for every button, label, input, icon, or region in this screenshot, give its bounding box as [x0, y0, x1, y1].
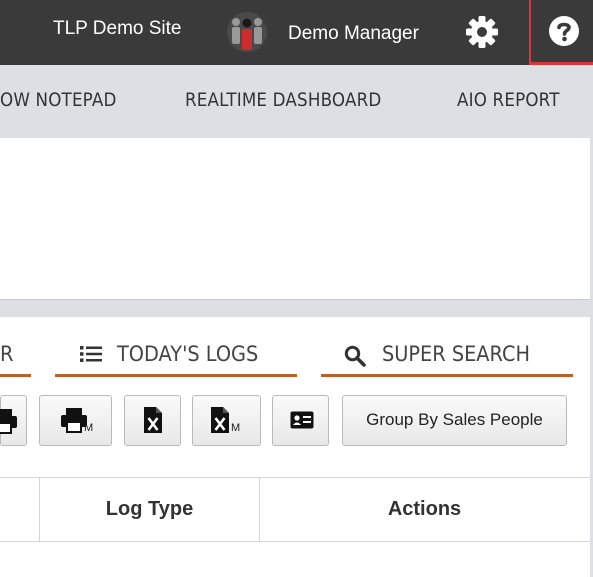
excel-icon	[144, 407, 162, 433]
contact-card-icon	[290, 411, 314, 429]
column-header-actions[interactable]: Actions	[260, 478, 589, 541]
print-icon	[0, 409, 17, 434]
button-subscript: M	[231, 422, 241, 434]
contact-card-button[interactable]	[272, 395, 329, 446]
button-subscript: M	[84, 422, 94, 434]
gear-icon[interactable]	[464, 14, 500, 50]
tab-label: SUPER SEARCH	[382, 342, 531, 366]
site-name[interactable]: TLP Demo Site	[53, 18, 181, 40]
search-icon	[344, 345, 366, 367]
group-by-sales-people-button[interactable]: Group By Sales People	[342, 395, 567, 446]
content-panel	[0, 138, 590, 300]
nav-item-notepad[interactable]: OW NOTEPAD	[0, 89, 117, 111]
top-bar: TLP Demo Site Demo Manager	[0, 0, 593, 65]
logs-panel: R TODAY'S LOGS SUPER SEARCH M M Group By…	[0, 317, 590, 577]
excel-export-button[interactable]	[124, 395, 181, 446]
excel-export-multiple-button[interactable]: M	[192, 395, 261, 446]
tab-label: R	[0, 342, 14, 366]
list-icon	[80, 346, 102, 362]
logs-table-header: Log Type Actions	[0, 477, 590, 542]
users-avatar-icon[interactable]	[227, 11, 267, 53]
user-name[interactable]: Demo Manager	[288, 23, 419, 45]
question-circle-icon	[549, 16, 579, 46]
tab-super-search[interactable]: SUPER SEARCH	[321, 340, 573, 377]
tab-todays-logs[interactable]: TODAY'S LOGS	[55, 340, 297, 377]
column-header-log-type[interactable]: Log Type	[40, 478, 259, 541]
main-nav: OW NOTEPAD REALTIME DASHBOARD AIO REPORT	[0, 65, 593, 138]
nav-item-aio-report[interactable]: AIO REPORT	[457, 89, 560, 111]
print-button-partial[interactable]	[0, 395, 27, 446]
nav-item-realtime-dashboard[interactable]: REALTIME DASHBOARD	[185, 89, 381, 111]
tab-partial[interactable]: R	[0, 340, 31, 377]
help-button[interactable]	[529, 0, 593, 65]
print-multiple-button[interactable]: M	[39, 395, 112, 446]
excel-icon	[211, 407, 229, 433]
tab-label: TODAY'S LOGS	[117, 342, 259, 366]
